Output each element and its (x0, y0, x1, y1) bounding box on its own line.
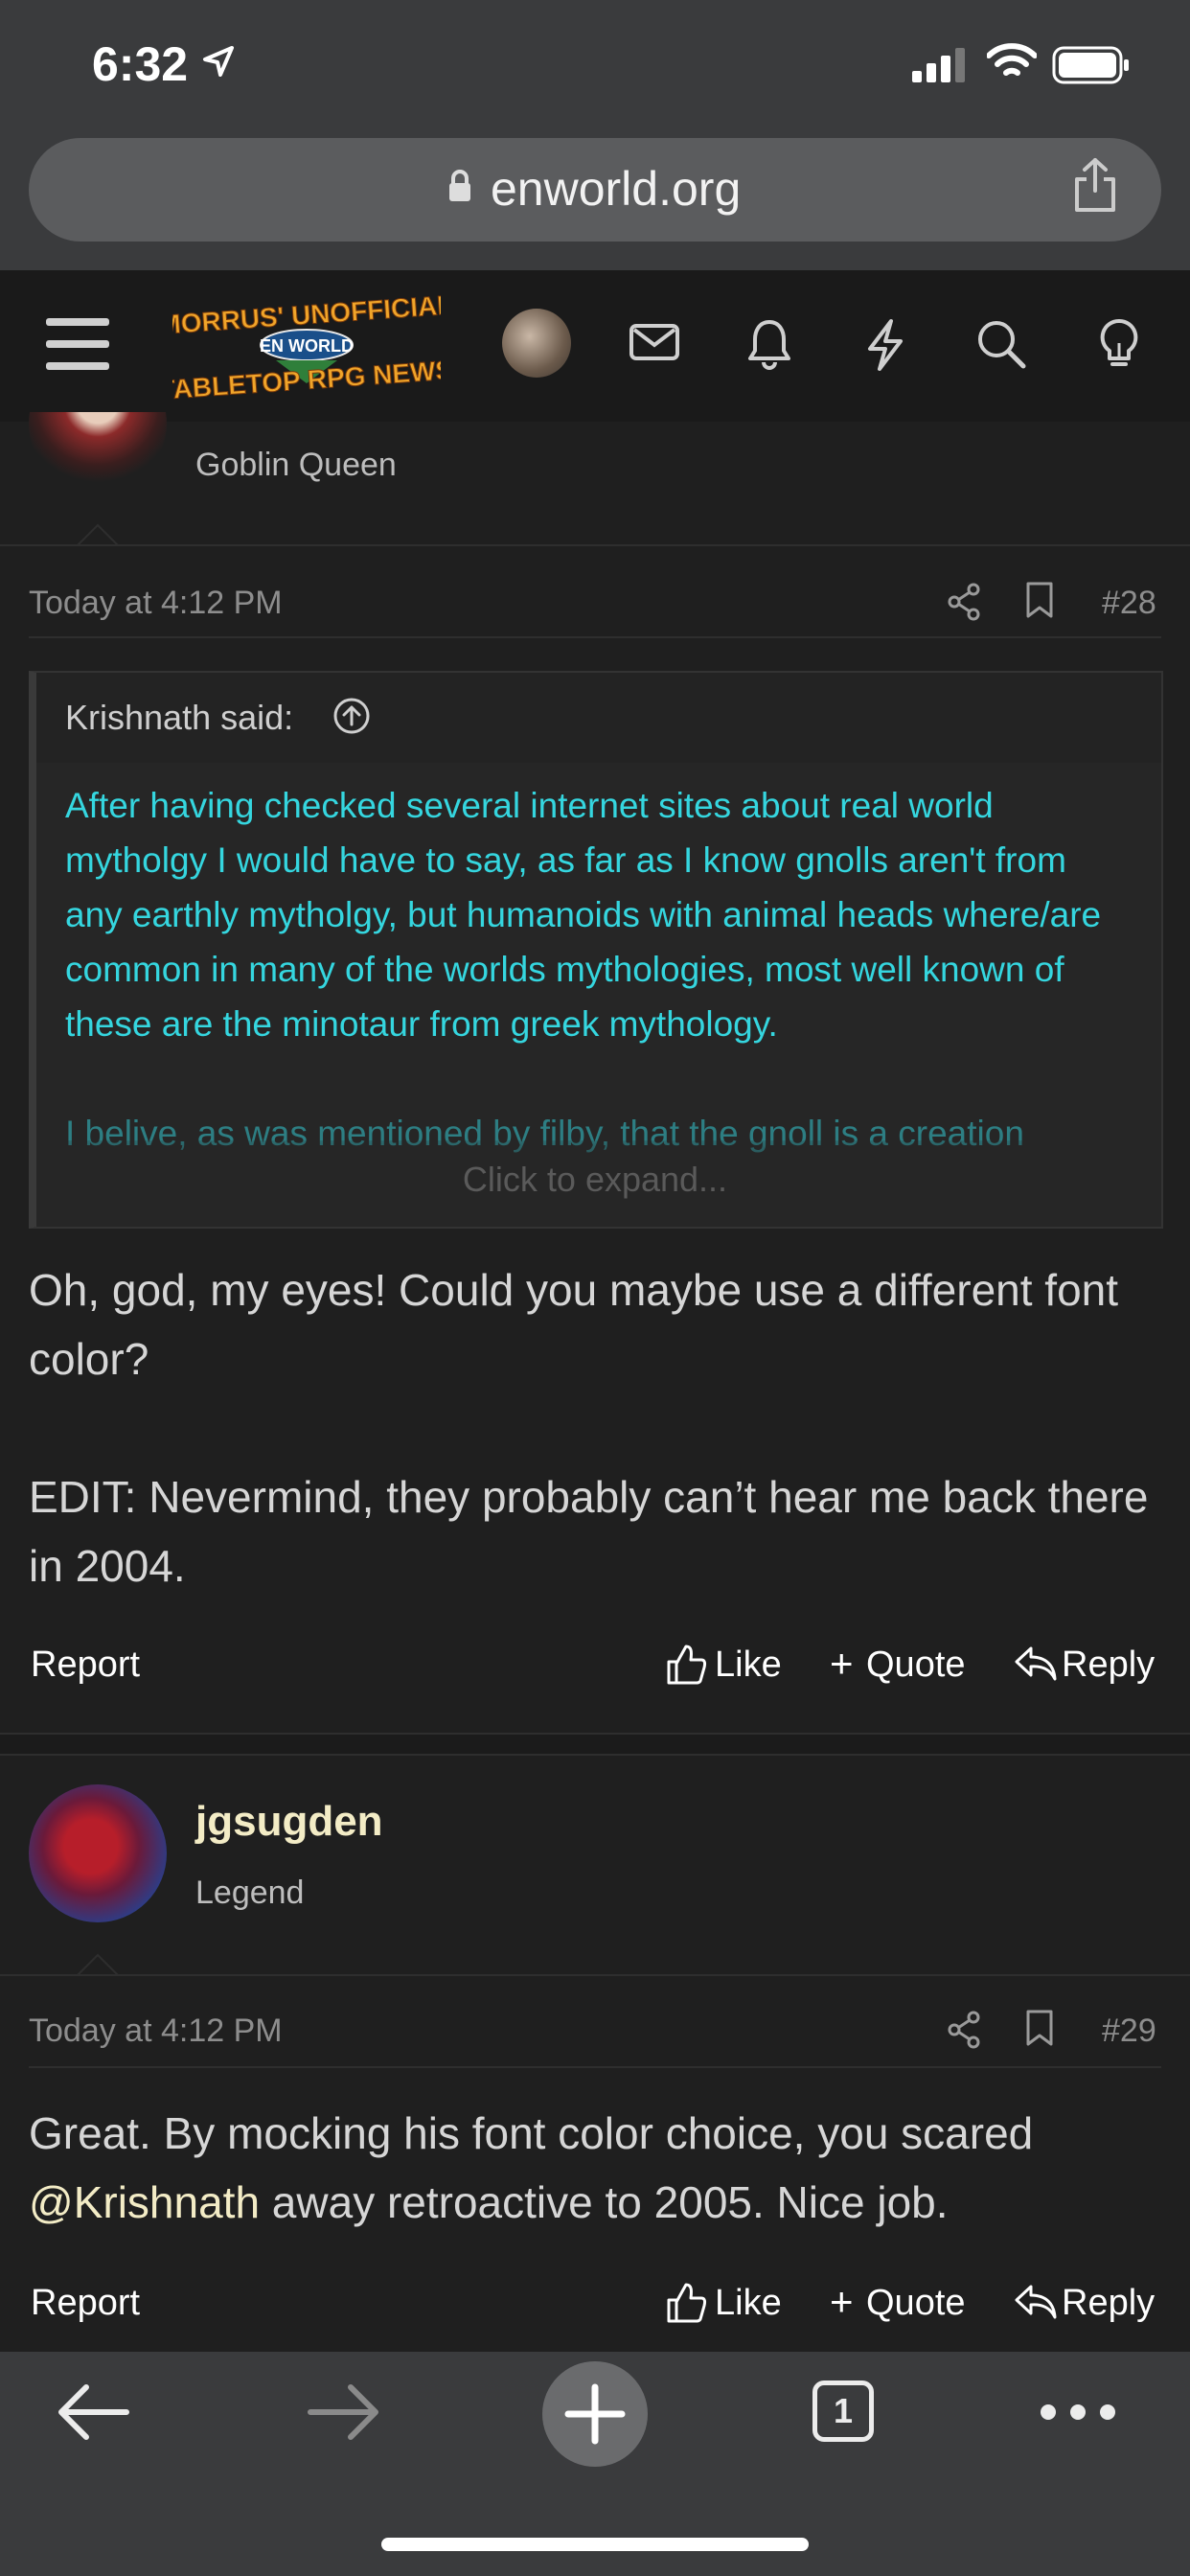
quote-paragraph-1: After having checked several internet si… (65, 786, 1102, 1044)
divider (29, 2066, 1161, 2068)
divider (0, 1974, 1190, 1976)
lightning-bolt-icon[interactable] (864, 318, 906, 372)
post29-avatar[interactable] (29, 1784, 167, 1922)
cellular-signal-icon (912, 48, 965, 82)
search-icon[interactable] (975, 318, 1027, 370)
like-button[interactable]: Like (715, 1644, 782, 1686)
site-logo[interactable]: MORRUS' UNOFFICIAL EN WORLD TABLETOP RPG… (172, 288, 441, 401)
share-post-icon[interactable] (947, 2011, 981, 2049)
user-mention-link[interactable]: @Krishnath (29, 2177, 260, 2227)
thumbs-up-icon[interactable] (665, 2281, 707, 2325)
forward-arrow-icon[interactable] (307, 2382, 381, 2442)
click-to-expand-link[interactable]: Click to expand... (0, 1160, 1190, 1200)
plus-icon[interactable] (561, 2380, 629, 2449)
hamburger-menu-icon[interactable] (46, 316, 109, 372)
share-post-icon[interactable] (947, 583, 981, 621)
post-pointer (77, 523, 119, 546)
location-arrow-icon (203, 46, 234, 77)
bell-icon[interactable] (745, 318, 793, 370)
status-time: 6:32 (92, 37, 189, 91)
divider (0, 544, 1190, 546)
back-arrow-icon[interactable] (56, 2382, 130, 2442)
reply-arrow-icon[interactable] (1014, 2281, 1058, 2323)
reply-button[interactable]: Reply (1062, 1644, 1155, 1686)
post28-user-title: Goblin Queen (195, 447, 397, 483)
post29-body-text-1: Great. By mocking his font color choice,… (29, 2108, 1034, 2158)
post28-timestamp[interactable]: Today at 4:12 PM (29, 585, 283, 622)
like-button[interactable]: Like (715, 2283, 782, 2324)
post28-body-2: EDIT: Nevermind, they probably can’t hea… (29, 1472, 1149, 1591)
post28-number[interactable]: #28 (1102, 585, 1156, 622)
user-avatar[interactable] (502, 309, 571, 378)
divider (29, 636, 1161, 638)
post29-username[interactable]: jgsugden (195, 1798, 383, 1846)
quote-button[interactable]: Quote (866, 1644, 966, 1686)
quote-button[interactable]: Quote (866, 2283, 966, 2324)
bookmark-icon[interactable] (1025, 581, 1054, 619)
post29-user-title: Legend (195, 1874, 305, 1911)
wifi-icon (987, 43, 1037, 76)
home-indicator (381, 2538, 809, 2551)
post-pointer (77, 1953, 119, 1976)
share-icon[interactable] (1071, 156, 1119, 214)
logo-line2: EN WORLD (260, 336, 354, 356)
report-link[interactable]: Report (31, 2283, 140, 2324)
lightbulb-icon[interactable] (1098, 318, 1140, 372)
arrow-up-circle-icon[interactable] (332, 696, 372, 736)
quote-author: Krishnath said: (65, 698, 294, 737)
thumbs-up-icon[interactable] (665, 1643, 707, 1687)
post-separator (0, 1733, 1190, 1756)
reply-arrow-icon[interactable] (1014, 1643, 1058, 1685)
mail-icon[interactable] (629, 318, 680, 366)
bookmark-icon[interactable] (1025, 2009, 1054, 2047)
post28-body-1: Oh, god, my eyes! Could you maybe use a … (29, 1265, 1119, 1384)
post29-timestamp[interactable]: Today at 4:12 PM (29, 2012, 283, 2050)
plus-icon[interactable]: + (830, 1641, 854, 1687)
post29-number[interactable]: #29 (1102, 2012, 1156, 2050)
post29-body-text-2: away retroactive to 2005. Nice job. (260, 2177, 949, 2227)
post29-body: Great. By mocking his font color choice,… (29, 2099, 1159, 2237)
plus-icon[interactable]: + (830, 2279, 854, 2325)
url-text[interactable]: enworld.org (491, 161, 741, 217)
reply-button[interactable]: Reply (1062, 2283, 1155, 2324)
tab-count-button[interactable]: 1 (812, 2380, 874, 2442)
report-link[interactable]: Report (31, 1644, 140, 1686)
post28-avatar[interactable] (29, 412, 167, 493)
lock-icon (449, 170, 470, 201)
more-options-icon[interactable] (1039, 2402, 1117, 2423)
battery-icon (1052, 46, 1129, 84)
